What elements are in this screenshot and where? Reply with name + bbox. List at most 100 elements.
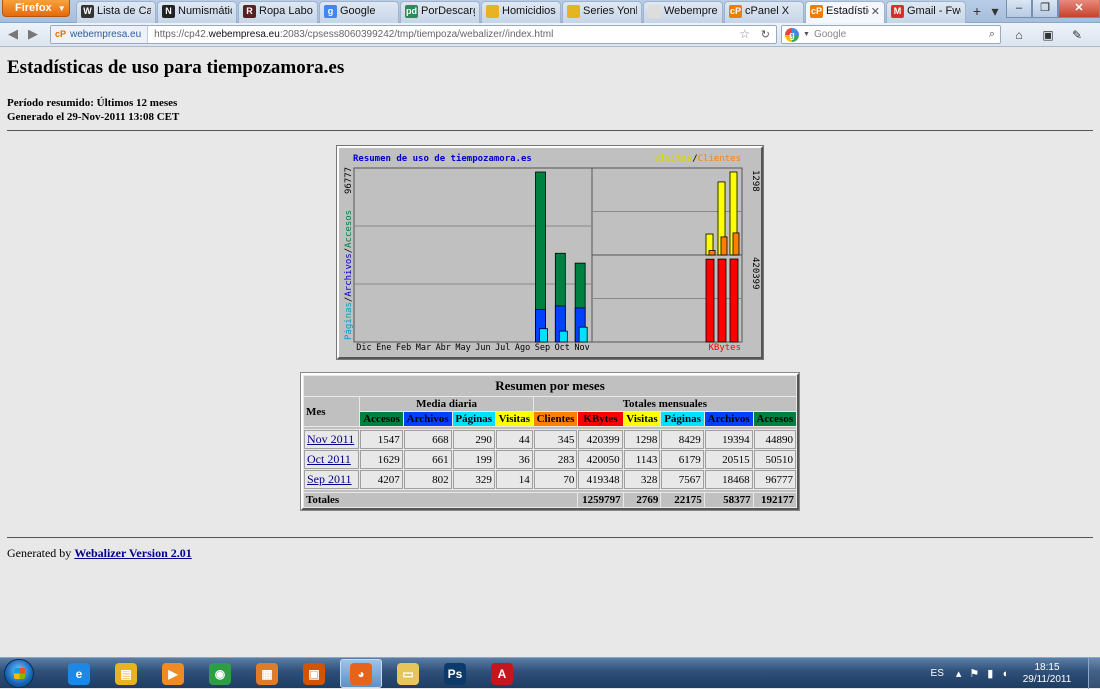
search-placeholder: Google: [813, 29, 847, 40]
table-cell: 6179: [661, 450, 704, 469]
footer-prefix: Generated by: [7, 546, 72, 560]
totals-row: Totales 1259797 2769 22175 58377 192177: [304, 493, 796, 507]
site-identity-button[interactable]: cP webempresa.eu: [51, 26, 149, 43]
search-icon[interactable]: ⌕: [989, 28, 995, 41]
acrobat-icon: A: [491, 662, 513, 685]
clock[interactable]: 18:15 29/11/2011: [1016, 662, 1078, 686]
table-cell: 70: [533, 470, 578, 489]
pd-icon: pd: [405, 5, 418, 18]
close-window-icon[interactable]: ✕: [1058, 0, 1100, 18]
page-icon: [648, 5, 661, 18]
language-indicator[interactable]: ES: [931, 668, 944, 679]
table-cell: 4207: [360, 470, 403, 489]
month-link[interactable]: Oct 2011: [307, 452, 351, 466]
webalizer-link[interactable]: Webalizer Version 2.01: [74, 546, 191, 560]
browser-tab[interactable]: MGmail - Fwd: ...: [886, 1, 966, 23]
usage-chart-svg: Resumen de uso de tiempozamora.es Páginas…: [344, 153, 760, 353]
bookmarks-menu-icon[interactable]: ▣: [1035, 25, 1061, 44]
axis-label-part: Páginas: [344, 302, 354, 340]
browser-titlebar: Firefox▼ WLista de Cate...NNumismátic...…: [0, 0, 1100, 23]
generated-date: Generado el 29-Nov-2011 13:08 CET: [7, 111, 180, 123]
taskbar-app[interactable]: ◉: [199, 659, 241, 688]
show-hidden-icons-icon[interactable]: ▴: [956, 667, 962, 680]
browser-tab[interactable]: g Google: [319, 1, 399, 23]
table-cell: 802: [403, 470, 452, 489]
taskbar-app[interactable]: ▣: [293, 659, 335, 688]
back-arrow-icon[interactable]: ◀: [8, 26, 18, 42]
home-icon[interactable]: ⌂: [1006, 25, 1032, 44]
table-cell: 44890: [753, 430, 796, 449]
daily-col-header: Accesos: [360, 412, 403, 426]
x-tick-label: Oct: [555, 343, 570, 353]
x-tick-label: Ago: [515, 343, 530, 353]
page-meta: Período resumido: Últimos 12 meses Gener…: [7, 96, 179, 124]
reload-icon[interactable]: ↻: [761, 28, 770, 41]
google-search-engine-icon[interactable]: g: [785, 27, 799, 42]
firefox-menu-button[interactable]: Firefox ▼: [2, 0, 70, 17]
taskbar-app[interactable]: Ps: [434, 659, 476, 688]
bar-paginas: [539, 328, 548, 343]
x-tick-label: Abr: [436, 343, 451, 353]
table-cell: 419348: [578, 470, 623, 489]
action-center-flag-icon[interactable]: ⚑: [969, 667, 979, 680]
new-tab-button[interactable]: +: [968, 3, 986, 19]
search-engine-dropdown-icon[interactable]: ▼: [803, 31, 810, 38]
browser-tab[interactable]: Series Yonkis...: [562, 1, 642, 23]
table-cell: 345: [533, 430, 578, 449]
maximize-icon[interactable]: ❐: [1032, 0, 1058, 18]
x-tick-label: Jul: [495, 343, 510, 353]
taskbar-app[interactable]: ◕: [340, 659, 382, 688]
monthly-col-header: Accesos: [753, 412, 796, 426]
network-signal-icon[interactable]: ▮: [987, 667, 993, 680]
volume-icon[interactable]: ◖: [1001, 668, 1008, 680]
nav-tools: ⌂ ▣ ✎: [1006, 25, 1093, 44]
show-desktop-button[interactable]: [1088, 658, 1100, 689]
browser-tab[interactable]: cP cPanel X: [724, 1, 804, 23]
taskbar-app[interactable]: ▭: [387, 659, 429, 688]
taskbar-app[interactable]: ▤: [105, 659, 147, 688]
table-cell: 44: [495, 430, 533, 449]
bookmark-star-icon[interactable]: ☆: [739, 27, 750, 41]
minimize-icon[interactable]: –: [1006, 0, 1032, 18]
month-cell: Nov 2011: [304, 430, 360, 449]
table-row: Nov 2011 1547 668 290 44 345 420399 1298 8429 193…: [304, 430, 796, 449]
tabbar-extra: + ▾: [968, 3, 1004, 20]
totals-cell: 58377: [704, 493, 753, 507]
taskbar-app[interactable]: A: [481, 659, 523, 688]
taskbar-app[interactable]: e: [58, 659, 100, 688]
forward-arrow-icon[interactable]: ▶: [28, 26, 38, 42]
axis-label-part: Accesos: [344, 210, 354, 248]
taskbar-apps: e ▤ ▶ ◉ ▦ ▣ ◕ ▭ Ps A: [58, 659, 528, 688]
folder-icon: [567, 5, 580, 18]
taskbar-app[interactable]: ▶: [152, 659, 194, 688]
tab-label: Google: [340, 5, 376, 17]
browser-tab[interactable]: RRopa Laboral...: [238, 1, 318, 23]
browser-tab[interactable]: WLista de Cate...: [76, 1, 156, 23]
taskbar-app[interactable]: ▦: [246, 659, 288, 688]
browser-tab[interactable]: Homicidios c...: [481, 1, 561, 23]
browser-tab[interactable]: pdPorDescarga...: [400, 1, 480, 23]
browser-tab[interactable]: Webempresa...: [643, 1, 723, 23]
monthly-col-header: Visitas: [623, 412, 661, 426]
kbytes-label: KBytes: [708, 343, 741, 353]
addon-icon[interactable]: ✎: [1064, 25, 1090, 44]
page-title: Estadísticas de uso para tiempozamora.es: [7, 57, 345, 78]
tab-list-dropdown-icon[interactable]: ▾: [986, 3, 1004, 20]
table-cell: 14: [495, 470, 533, 489]
start-button[interactable]: [4, 659, 34, 688]
browser-tab[interactable]: cPEstadístic...✕: [805, 1, 885, 23]
tab-label: Lista de Cate...: [97, 5, 151, 17]
browser-tab[interactable]: NNumismátic...: [157, 1, 237, 23]
site-identity-label: webempresa.eu: [70, 29, 142, 40]
month-link[interactable]: Nov 2011: [307, 432, 354, 446]
x-tick-label: Sep: [535, 343, 550, 353]
table-cell: 199: [452, 450, 495, 469]
search-bar[interactable]: g ▼ Google ⌕: [781, 25, 1001, 44]
chrome-icon: ◉: [209, 662, 231, 685]
column-header-row: Accesos Archivos Páginas Visitas Clientes KBy…: [304, 412, 796, 426]
divider: [7, 130, 1093, 131]
month-link[interactable]: Sep 2011: [307, 472, 352, 486]
address-bar[interactable]: cP webempresa.eu https://cp42.webempresa…: [50, 25, 777, 44]
close-tab-icon[interactable]: ✕: [871, 5, 880, 18]
x-tick-label: Mar: [416, 343, 431, 353]
